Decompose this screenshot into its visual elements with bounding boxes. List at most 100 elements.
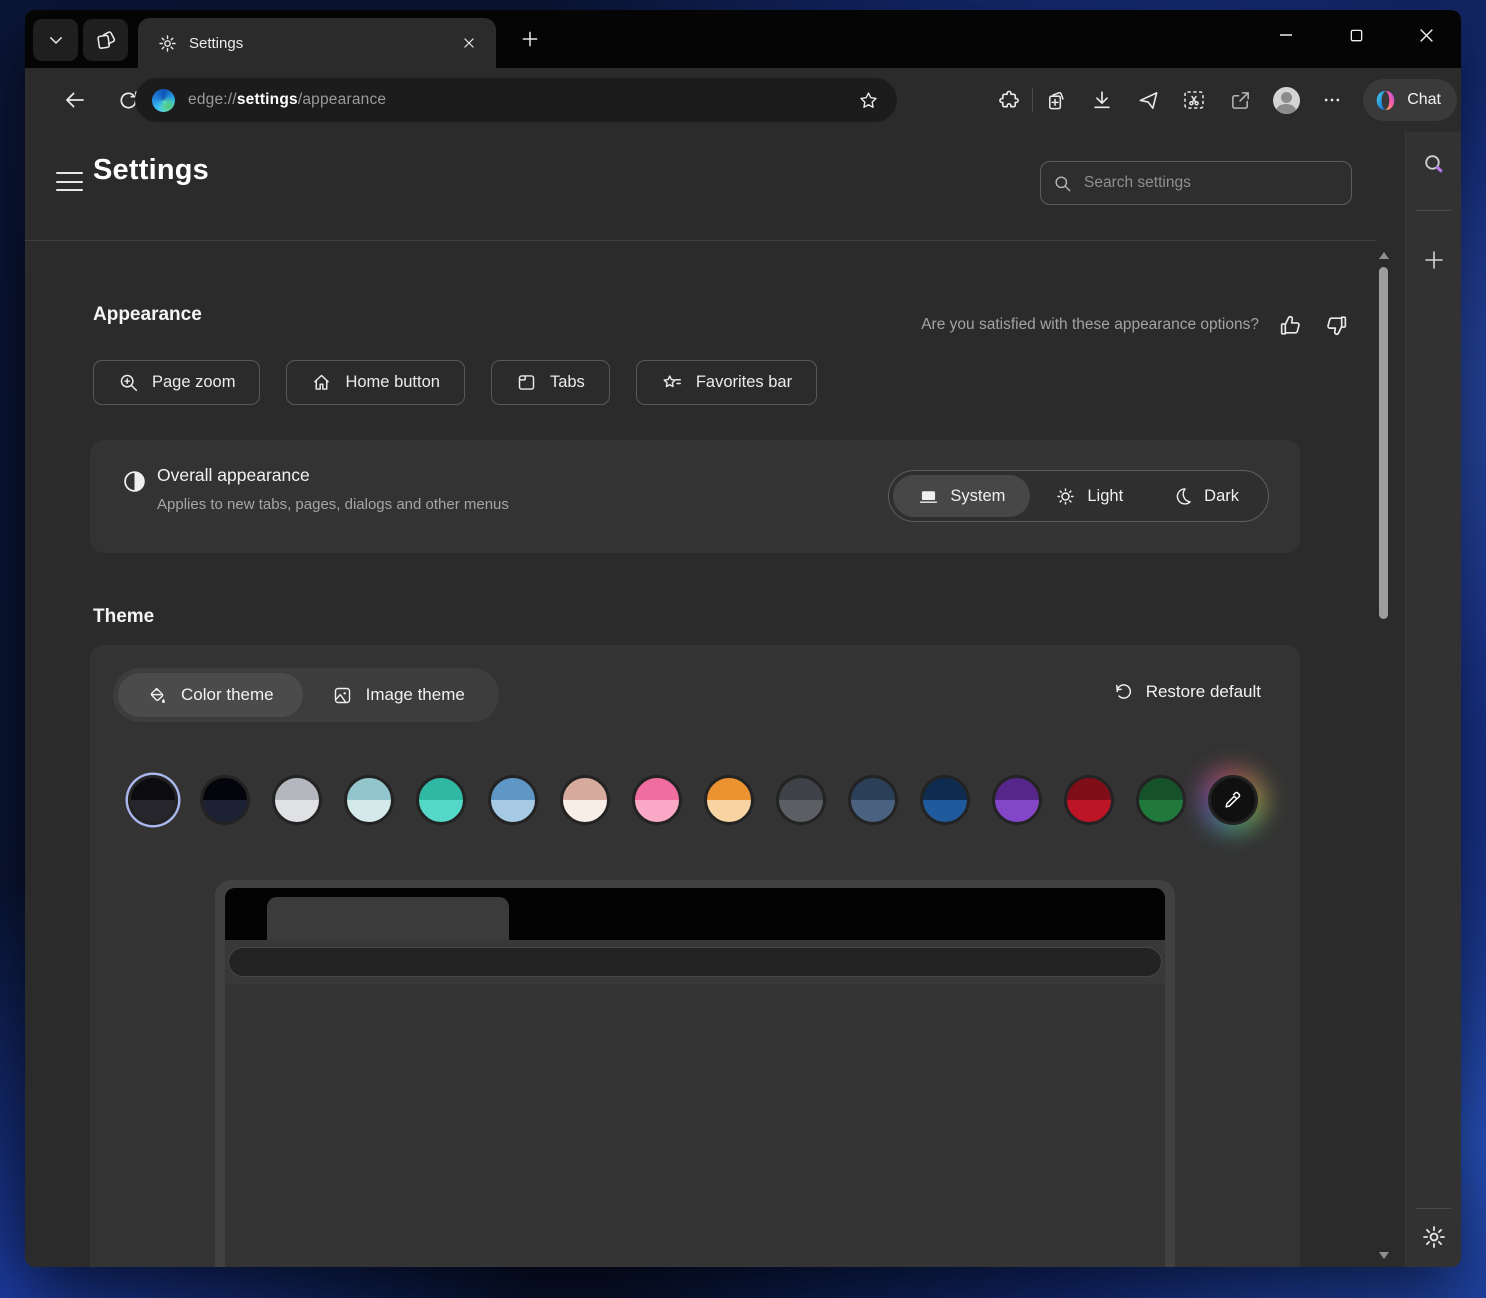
sidebar-divider-bottom (1416, 1208, 1451, 1209)
thumbs-up-button[interactable] (1275, 310, 1305, 340)
favorites-bar-button[interactable]: Favorites bar (636, 360, 817, 405)
option-system[interactable]: System (893, 475, 1030, 517)
profile-button[interactable] (1263, 80, 1309, 120)
page-zoom-label: Page zoom (152, 373, 235, 392)
sidebar-settings-button[interactable] (1414, 1217, 1454, 1257)
back-button[interactable] (60, 86, 90, 114)
navigation-toolbar: edge://settings/appearance (25, 68, 1461, 132)
appearance-heading: Appearance (93, 304, 202, 326)
color-swatch-navy-blue[interactable] (920, 775, 970, 825)
download-icon (1091, 89, 1113, 111)
option-light[interactable]: Light (1030, 475, 1148, 517)
extensions-button[interactable] (986, 80, 1032, 120)
sidebar-search-icon (1421, 151, 1446, 176)
moon-icon (1173, 486, 1193, 506)
color-swatch-pale-teal[interactable] (344, 775, 394, 825)
overall-appearance-subtitle: Applies to new tabs, pages, dialogs and … (157, 496, 509, 513)
copilot-icon (1373, 88, 1398, 113)
color-swatch-turquoise[interactable] (416, 775, 466, 825)
collections-icon (1045, 89, 1068, 112)
color-swatch-green[interactable] (1136, 775, 1186, 825)
color-swatch-purple[interactable] (992, 775, 1042, 825)
plus-icon (520, 29, 540, 49)
color-swatch-dusty-rose[interactable] (560, 775, 610, 825)
send-to-devices-button[interactable] (1125, 80, 1171, 120)
puzzle-icon (998, 89, 1021, 112)
color-swatch-pink[interactable] (632, 775, 682, 825)
browser-window: Settings (25, 10, 1461, 1267)
overall-appearance-toggle: System Light Dark (888, 470, 1269, 522)
minimize-icon (1278, 27, 1294, 43)
option-light-label: Light (1087, 487, 1123, 506)
plus-icon (1422, 248, 1446, 272)
browser-tab-settings[interactable]: Settings (138, 18, 496, 68)
collections-button[interactable] (1033, 80, 1079, 120)
image-theme-label: Image theme (366, 685, 465, 705)
address-bar[interactable]: edge://settings/appearance (135, 78, 897, 122)
color-swatch-light-gray[interactable] (272, 775, 322, 825)
share-icon (1229, 89, 1252, 112)
color-swatch-slate-blue[interactable] (848, 775, 898, 825)
web-capture-button[interactable] (1171, 80, 1217, 120)
color-swatch-black[interactable] (128, 775, 178, 825)
share-button[interactable] (1217, 80, 1263, 120)
custom-color-wrap (1208, 775, 1258, 825)
overall-appearance-card: Overall appearance Applies to new tabs, … (90, 440, 1300, 553)
sidebar-search-button[interactable] (1414, 143, 1454, 183)
color-swatch-row (128, 775, 1258, 825)
color-theme-label: Color theme (181, 685, 274, 705)
sun-icon (1055, 486, 1076, 507)
copilot-chat-button[interactable]: Chat (1363, 79, 1457, 121)
search-settings-input[interactable] (1084, 174, 1339, 192)
favorite-star-button[interactable] (853, 85, 883, 115)
tabs-button[interactable]: Tabs (491, 360, 610, 405)
sidebar-divider-top (1416, 210, 1451, 211)
tab-close-button[interactable] (456, 30, 482, 56)
tab-actions-button[interactable] (83, 19, 128, 61)
option-dark-label: Dark (1204, 487, 1239, 506)
scroll-down-arrow[interactable] (1379, 1252, 1389, 1259)
color-swatch-gray[interactable] (776, 775, 826, 825)
tab-image-theme[interactable]: Image theme (303, 673, 494, 717)
maximize-icon (1349, 28, 1364, 43)
page-scrollbar[interactable] (1377, 250, 1391, 1261)
image-icon (332, 685, 353, 706)
edge-logo-icon (152, 89, 175, 112)
window-controls (1251, 10, 1461, 60)
color-swatch-steel-blue[interactable] (488, 775, 538, 825)
minimize-button[interactable] (1251, 10, 1321, 60)
settings-page: Settings Appearance Are you satisfied wi… (25, 132, 1461, 1267)
settings-and-more-button[interactable] (1309, 80, 1355, 120)
overall-appearance-title: Overall appearance (157, 465, 310, 486)
custom-color-picker-button[interactable] (1208, 775, 1258, 825)
header-divider (25, 240, 1377, 241)
page-zoom-button[interactable]: Page zoom (93, 360, 260, 405)
thumbs-down-icon (1324, 313, 1349, 338)
search-icon (1053, 174, 1072, 193)
tab-search-button[interactable] (33, 19, 78, 61)
theme-card: Color theme Image theme Restore default (90, 645, 1300, 1267)
option-dark[interactable]: Dark (1148, 475, 1264, 517)
scroll-up-arrow[interactable] (1379, 252, 1389, 259)
downloads-button[interactable] (1079, 80, 1125, 120)
settings-menu-button[interactable] (56, 172, 83, 191)
tab-color-theme[interactable]: Color theme (118, 673, 303, 717)
color-swatch-black-navy[interactable] (200, 775, 250, 825)
new-tab-button[interactable] (511, 21, 549, 57)
search-settings-box[interactable] (1040, 161, 1352, 205)
maximize-button[interactable] (1321, 10, 1391, 60)
scrollbar-thumb[interactable] (1379, 267, 1388, 619)
close-window-button[interactable] (1391, 10, 1461, 60)
color-swatch-orange[interactable] (704, 775, 754, 825)
tabs-label: Tabs (550, 373, 585, 392)
home-button-button[interactable]: Home button (286, 360, 464, 405)
favorites-bar-label: Favorites bar (696, 373, 792, 392)
thumbs-down-button[interactable] (1321, 310, 1351, 340)
restore-icon (1113, 681, 1134, 702)
sidebar-add-button[interactable] (1414, 240, 1454, 280)
theme-preview (215, 880, 1175, 1267)
preview-page-body (225, 984, 1165, 1267)
tab-icon (516, 372, 537, 393)
restore-default-button[interactable]: Restore default (1113, 681, 1261, 702)
color-swatch-red[interactable] (1064, 775, 1114, 825)
